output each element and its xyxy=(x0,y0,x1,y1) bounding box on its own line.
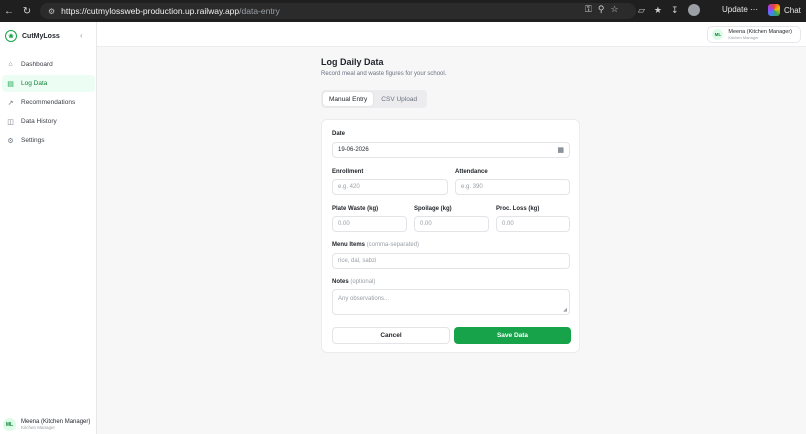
menu-items-label: Menu Items (comma-separated) xyxy=(332,242,419,248)
sidebar-item-label: Settings xyxy=(21,137,45,144)
attendance-field[interactable]: e.g. 390 xyxy=(455,179,570,195)
sidebar-item-label: Recommendations xyxy=(21,99,76,106)
sidebar-item-recommendations[interactable]: ↗ Recommendations xyxy=(2,94,95,111)
sidebar-user[interactable]: ML Meena (Kitchen Manager) Kitchen Manag… xyxy=(3,418,90,431)
sidebar-item-dashboard[interactable]: ⌂ Dashboard xyxy=(2,56,95,73)
update-button[interactable]: Update ⋯ xyxy=(722,5,758,14)
plate-waste-field[interactable]: 0.00 xyxy=(332,216,407,232)
top-bar: ML Meena (Kitchen Manager) Kitchen Manag… xyxy=(97,22,806,47)
notes-hint: (optional) xyxy=(350,279,376,285)
sidebar-item-settings[interactable]: ⚙ Settings xyxy=(2,132,95,149)
chat-label: Chat xyxy=(784,5,801,15)
sidebar-item-log-data[interactable]: ▤ Log Data xyxy=(2,75,95,92)
date-value: 19-06-2026 xyxy=(338,147,369,153)
calendar-icon[interactable]: ▦ xyxy=(557,146,564,154)
favorites-icon[interactable]: ★ xyxy=(654,5,662,16)
url-host: https://cutmylossweb-production.up.railw… xyxy=(61,6,240,16)
gear-icon: ⚙ xyxy=(7,137,14,145)
avatar: ML xyxy=(712,29,724,40)
page-subtitle: Record meal and waste figures for your s… xyxy=(321,71,447,77)
download-icon[interactable]: ↧ xyxy=(671,5,679,16)
user-role: Kitchen Manager xyxy=(728,35,759,40)
zoom-icon[interactable]: ⚲ xyxy=(598,4,605,15)
browser-toolbar: ← ↻ ⚙ https://cutmylossweb-production.up… xyxy=(0,0,806,22)
avatar: ML xyxy=(3,418,16,431)
attendance-label: Attendance xyxy=(455,169,488,175)
date-label: Date xyxy=(332,131,346,137)
spoilage-field[interactable]: 0.00 xyxy=(414,216,489,232)
notes-field[interactable]: Any observations... ◢ xyxy=(332,289,570,315)
back-icon[interactable]: ← xyxy=(0,2,18,20)
sidebar: ❀ CutMyLoss ‹ ⌂ Dashboard ▤ Log Data ↗ R… xyxy=(0,22,97,434)
extensions-icon[interactable]: ▱ xyxy=(638,5,645,16)
notes-label: Notes (optional) xyxy=(332,279,375,285)
update-label: Update xyxy=(722,5,748,14)
resize-handle-icon[interactable]: ◢ xyxy=(563,307,567,313)
tab-manual-entry[interactable]: Manual Entry xyxy=(323,92,374,106)
enrollment-field[interactable]: e.g. 420 xyxy=(332,179,448,195)
trend-icon: ↗ xyxy=(7,99,14,107)
user-menu[interactable]: ML Meena (Kitchen Manager) Kitchen Manag… xyxy=(707,26,801,43)
date-field[interactable]: 19-06-2026 ▦ xyxy=(332,142,570,158)
tab-csv-upload[interactable]: CSV Upload xyxy=(375,92,423,106)
sidebar-item-label: Data History xyxy=(21,118,57,125)
plate-waste-label: Plate Waste (kg) xyxy=(332,206,379,212)
copilot-icon xyxy=(768,4,780,16)
proc-loss-field[interactable]: 0.00 xyxy=(496,216,570,232)
site-info-icon[interactable]: ⚙ xyxy=(48,7,55,16)
menu-items-field[interactable]: rice, dal, sabzi xyxy=(332,253,570,269)
sidebar-item-data-history[interactable]: ◫ Data History xyxy=(2,113,95,130)
spoilage-label: Spoilage (kg) xyxy=(414,206,452,212)
chat-button[interactable]: Chat xyxy=(768,4,801,16)
extension-icons: ▱ ★ ↧ xyxy=(638,4,700,16)
user-role: Kitchen Manager xyxy=(21,425,56,430)
leaf-icon: ❀ xyxy=(5,30,17,42)
book-icon: ◫ xyxy=(7,118,14,126)
cancel-button[interactable]: Cancel xyxy=(332,327,450,344)
clipboard-icon: ▤ xyxy=(7,80,14,88)
brand-name: CutMyLoss xyxy=(22,32,60,40)
sidebar-nav: ⌂ Dashboard ▤ Log Data ↗ Recommendations… xyxy=(2,56,95,151)
entry-mode-tabs: Manual Entry CSV Upload xyxy=(321,90,427,108)
data-entry-form: Date 19-06-2026 ▦ Enrollment e.g. 420 At… xyxy=(321,119,580,353)
url-path: /data-entry xyxy=(239,6,280,16)
menu-items-label-text: Menu Items xyxy=(332,242,366,248)
menu-items-hint: (comma-separated) xyxy=(366,242,420,248)
sidebar-item-label: Dashboard xyxy=(21,61,53,68)
brand[interactable]: ❀ CutMyLoss xyxy=(5,30,60,42)
address-bar-tools: ⚿ ⚲ ☆ xyxy=(585,4,619,15)
address-bar[interactable]: ⚙ https://cutmylossweb-production.up.rai… xyxy=(40,3,636,19)
notes-label-text: Notes xyxy=(332,279,349,285)
proc-loss-label: Proc. Loss (kg) xyxy=(496,206,540,212)
profile-avatar[interactable] xyxy=(687,4,700,16)
reload-icon[interactable]: ↻ xyxy=(18,2,36,20)
enrollment-label: Enrollment xyxy=(332,169,364,175)
notes-placeholder: Any observations... xyxy=(338,296,390,302)
collapse-sidebar-icon[interactable]: ‹ xyxy=(80,31,83,40)
save-button[interactable]: Save Data xyxy=(454,327,571,344)
bookmark-star-icon[interactable]: ☆ xyxy=(610,4,618,15)
page-title: Log Daily Data xyxy=(321,57,384,67)
home-icon: ⌂ xyxy=(8,61,13,68)
key-icon[interactable]: ⚿ xyxy=(585,4,592,15)
sidebar-item-label: Log Data xyxy=(21,80,48,87)
